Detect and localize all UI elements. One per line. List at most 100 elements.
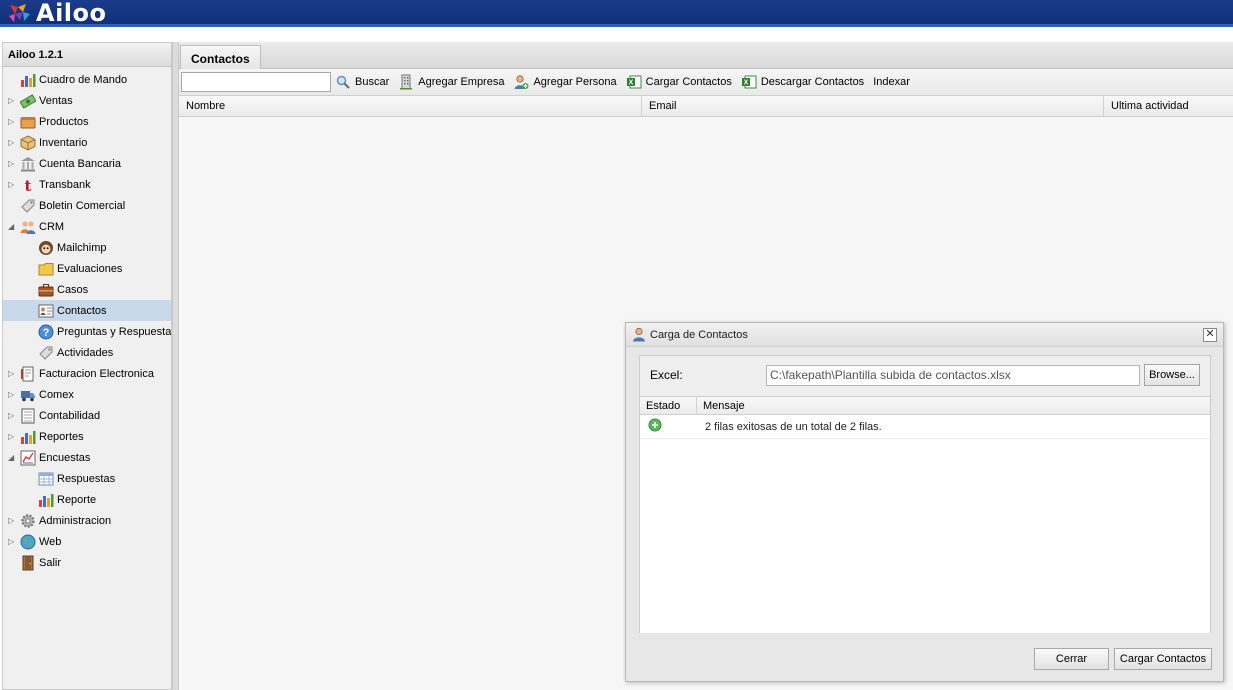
success-icon: [648, 418, 662, 432]
package-icon: [20, 134, 36, 151]
expanded-arrow-icon[interactable]: ◢: [8, 453, 15, 462]
svg-text:t: t: [25, 177, 32, 193]
search-button[interactable]: Buscar: [335, 74, 389, 90]
status-cell: [640, 418, 697, 435]
invoice-icon: [20, 366, 36, 382]
collapsed-arrow-icon[interactable]: ▷: [8, 369, 15, 378]
mailchimp-icon: [38, 240, 54, 256]
sidebar-item-cuadro-de-mando[interactable]: Cuadro de Mando: [3, 69, 171, 90]
door-icon: [20, 555, 36, 571]
load-contacts-dialog: Carga de Contactos ✕ Excel: Browse... Es…: [625, 322, 1224, 682]
sidebar-item-actividades[interactable]: Actividades: [3, 342, 171, 363]
sidebar-item-mailchimp[interactable]: Mailchimp: [3, 237, 171, 258]
sidebar-item-reporte[interactable]: Reporte: [3, 489, 171, 510]
app-logo: Ailoo: [6, 0, 107, 27]
add-person-button[interactable]: Agregar Persona: [513, 74, 617, 90]
expanded-arrow-icon[interactable]: ◢: [8, 222, 15, 231]
bank-icon: [20, 156, 36, 172]
sidebar-item-ventas[interactable]: ▷ Ventas: [3, 90, 171, 111]
collapsed-arrow-icon[interactable]: ▷: [8, 117, 15, 126]
sidebar-item-administracion[interactable]: ▷ Administracion: [3, 510, 171, 531]
sidebar-item-evaluaciones[interactable]: Evaluaciones: [3, 258, 171, 279]
ailoo-logo-icon: [9, 3, 30, 22]
bar-chart-icon: [20, 429, 36, 445]
sidebar-item-contactos[interactable]: Contactos: [3, 300, 171, 321]
collapsed-arrow-icon[interactable]: ▷: [8, 96, 15, 105]
close-button[interactable]: Cerrar: [1034, 648, 1109, 670]
sidebar-item-contabilidad[interactable]: ▷ Contabilidad: [3, 405, 171, 426]
load-contacts-button[interactable]: X Cargar Contactos: [626, 74, 732, 90]
sidebar-item-crm[interactable]: ◢ CRM: [3, 216, 171, 237]
sidebar-item-salir[interactable]: Salir: [3, 552, 171, 573]
tab-contactos[interactable]: Contactos: [180, 45, 261, 69]
sidebar-item-label: Reportes: [39, 430, 84, 443]
excel-label: Excel:: [650, 368, 683, 382]
sidebar-item-label: Inventario: [39, 136, 88, 149]
collapsed-arrow-icon[interactable]: ▷: [8, 516, 15, 525]
sidebar-item-inventario[interactable]: ▷ Inventario: [3, 132, 171, 153]
top-banner: Ailoo: [0, 0, 1233, 27]
sidebar-item-respuestas[interactable]: Respuestas: [3, 468, 171, 489]
help-icon: ?: [38, 324, 54, 340]
upload-panel: Excel: Browse... Estado Mensaje 2 filas …: [639, 355, 1211, 633]
table-row: 2 filas exitosas de un total de 2 filas.: [640, 415, 1210, 439]
excel-file-input[interactable]: [766, 364, 1140, 386]
tag-icon: [20, 198, 36, 214]
sidebar-item-label: Boletin Comercial: [39, 199, 126, 212]
collapsed-arrow-icon[interactable]: ▷: [8, 411, 15, 420]
truck-icon: [20, 387, 36, 403]
collapsed-arrow-icon[interactable]: ▷: [8, 390, 15, 399]
sidebar-item-label: Mailchimp: [57, 241, 107, 254]
sidebar-item-transbank[interactable]: ▷ t Transbank: [3, 174, 171, 195]
add-company-button[interactable]: Agregar Empresa: [398, 74, 504, 90]
person-icon: [633, 327, 645, 342]
transbank-icon: t: [20, 177, 36, 195]
globe-icon: [20, 534, 36, 550]
sidebar-item-encuestas[interactable]: ◢ Encuestas: [3, 447, 171, 468]
sidebar-item-label: Encuestas: [39, 451, 91, 464]
contact-card-icon: [38, 303, 54, 319]
collapsed-arrow-icon[interactable]: ▷: [8, 180, 15, 189]
sidebar-item-productos[interactable]: ▷ Productos: [3, 111, 171, 132]
download-contacts-button[interactable]: X Descargar Contactos: [741, 74, 864, 90]
sidebar-item-preguntas-y-respuestas[interactable]: ? Preguntas y Respuestas: [3, 321, 171, 342]
column-header-estado: Estado: [640, 397, 697, 414]
app-version: Ailoo 1.2.1: [3, 43, 171, 67]
browse-button[interactable]: Browse...: [1144, 364, 1200, 386]
results-table: Estado Mensaje 2 filas exitosas de un to…: [640, 396, 1210, 633]
index-button[interactable]: Indexar: [873, 76, 910, 88]
collapsed-arrow-icon[interactable]: ▷: [8, 432, 15, 441]
column-header-email[interactable]: Email: [642, 96, 1104, 116]
collapsed-arrow-icon[interactable]: ▷: [8, 537, 15, 546]
column-header-ultima-actividad[interactable]: Ultima actividad: [1104, 96, 1233, 116]
collapsed-arrow-icon[interactable]: ▷: [8, 138, 15, 147]
sidebar-item-comex[interactable]: ▷ Comex: [3, 384, 171, 405]
svg-text:X: X: [744, 80, 749, 87]
grid-header: Nombre Email Ultima actividad: [179, 96, 1233, 117]
dialog-close-icon[interactable]: ✕: [1203, 328, 1217, 342]
sidebar-item-reportes[interactable]: ▷ Reportes: [3, 426, 171, 447]
sidebar-item-label: Productos: [39, 115, 89, 128]
results-header: Estado Mensaje: [640, 396, 1210, 415]
sidebar-item-label: Contactos: [57, 304, 107, 317]
search-icon: [336, 75, 350, 89]
download-contacts-label: Descargar Contactos: [760, 76, 865, 88]
sidebar-item-web[interactable]: ▷ Web: [3, 531, 171, 552]
column-header-nombre[interactable]: Nombre: [179, 96, 642, 116]
money-icon: [19, 93, 37, 109]
sidebar-splitter[interactable]: [172, 42, 179, 690]
sidebar-item-label: Casos: [57, 283, 89, 296]
sidebar-item-boletin-comercial[interactable]: Boletin Comercial: [3, 195, 171, 216]
sidebar-item-facturacion-electronica[interactable]: ▷ Facturacion Electronica: [3, 363, 171, 384]
sidebar-item-cuenta-bancaria[interactable]: ▷ Cuenta Bancaria: [3, 153, 171, 174]
load-contacts-submit-button[interactable]: Cargar Contactos: [1114, 648, 1212, 670]
tab-bar: Contactos: [179, 42, 1233, 69]
box-icon: [20, 114, 36, 130]
sidebar-item-label: Respuestas: [57, 472, 116, 485]
sidebar-item-label: Facturacion Electronica: [39, 367, 154, 380]
collapsed-arrow-icon[interactable]: ▷: [8, 159, 15, 168]
dialog-titlebar[interactable]: Carga de Contactos ✕: [626, 323, 1223, 347]
sidebar-item-label: Contabilidad: [39, 409, 101, 422]
sidebar-item-casos[interactable]: Casos: [3, 279, 171, 300]
search-input[interactable]: [181, 72, 331, 92]
